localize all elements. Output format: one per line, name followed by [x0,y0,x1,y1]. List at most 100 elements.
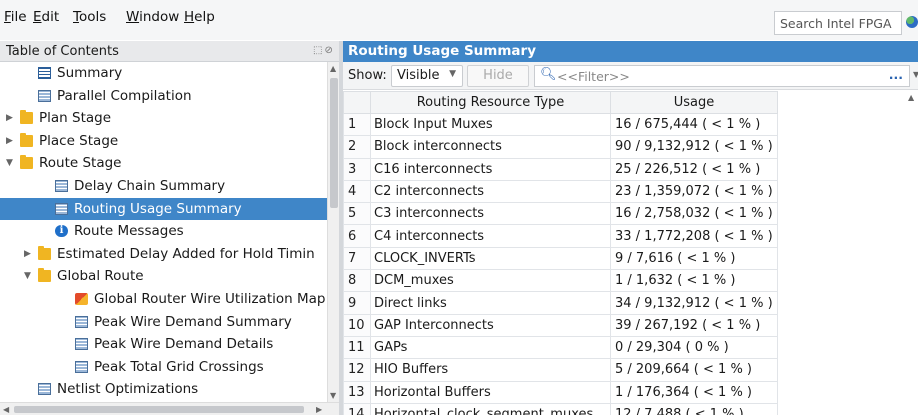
table-icon [75,360,88,373]
toc-item-label: Parallel Compilation [57,87,192,104]
toc-item-plan-stage[interactable]: ▶ Plan Stage [0,107,327,129]
folder-icon [20,110,33,125]
table-row[interactable]: 6 C4 interconnects 33 / 1,772,208 ( < 1 % … [343,224,778,248]
show-select-value: Visible [397,68,440,83]
toc-item-estimated-delay-added-for-hold-timin[interactable]: ▶ Estimated Delay Added for Hold Timin [0,243,327,265]
table-row[interactable]: 1 Block Input Muxes 16 / 675,444 ( < 1 % ) [343,112,778,137]
toc-item-route-stage[interactable]: ▼ Route Stage [0,152,327,174]
scroll-up-icon[interactable]: ▲ [330,64,336,73]
usage-cell: 25 / 226,512 ( < 1 % ) [610,157,778,181]
column-header-type[interactable]: Routing Resource Type [370,91,611,114]
table-row[interactable]: 3 C16 interconnects 25 / 226,512 ( < 1 % ) [343,157,778,181]
menu-item-mnemonic: F [4,9,11,25]
globe-icon[interactable] [906,16,918,28]
chevron-right-icon[interactable]: ▶ [24,243,31,265]
table-row[interactable]: 7 CLOCK_INVERTs 9 / 7,616 ( < 1 % ) [343,246,778,271]
folder-icon [20,155,33,170]
chevron-right-icon[interactable]: ▶ [6,107,13,129]
scroll-right-icon[interactable]: ▶ [316,405,322,414]
menu-item-label: ile [10,9,27,25]
resource-type-cell: GAP Interconnects [370,313,611,337]
table-icon [75,338,88,351]
toc-item-peak-wire-demand-details[interactable]: Peak Wire Demand Details [0,333,327,355]
toc-item-label: Routing Usage Summary [74,200,242,217]
menu-item-window[interactable]: Window [126,9,179,25]
usage-cell: 0 / 29,304 ( 0 % ) [610,335,778,360]
toc-item-peak-wire-demand-summary[interactable]: Peak Wire Demand Summary [0,311,327,333]
table-row[interactable]: 8 DCM_muxes 1 / 1,632 ( < 1 % ) [343,269,778,293]
toc-item-label: Delay Chain Summary [74,178,226,194]
usage-cell: 1 / 176,364 ( < 1 % ) [610,380,778,404]
scroll-left-icon[interactable]: ◀ [3,405,9,414]
report-title: Routing Usage Summary [348,43,536,59]
scroll-down-icon[interactable]: ▼ [330,391,336,400]
toc-hscroll-thumb[interactable] [14,406,304,413]
filter-placeholder: <<Filter>> [557,69,630,84]
table-vertical-scrollbar[interactable]: ▲ [905,91,918,415]
report-header: Routing Usage Summary [343,41,918,62]
menu-item-mnemonic: E [33,9,42,25]
toc-item-route-messages[interactable]: i Route Messages [0,220,327,242]
show-label: Show: [348,68,387,83]
table-row[interactable]: 9 Direct links 34 / 9,132,912 ( < 1 % ) [343,291,778,315]
hide-button[interactable]: Hide [467,65,529,87]
toc-scroll-thumb[interactable] [330,78,338,208]
menu-item-mnemonic: W [126,9,140,25]
toc-item-global-router-wire-utilization-map[interactable]: Global Router Wire Utilization Map [0,288,327,310]
scroll-up-icon[interactable]: ▲ [908,93,914,102]
show-select[interactable]: Visible ▼ [391,65,463,87]
toc-item-place-stage[interactable]: ▶ Place Stage [0,130,327,152]
toc-item-label: Place Stage [39,132,119,149]
toc-item-delay-chain-summary[interactable]: Delay Chain Summary [0,175,327,197]
table-row[interactable]: 10 GAP Interconnects 39 / 267,192 ( < 1 % … [343,313,778,337]
table-row[interactable]: 5 C3 interconnects 16 / 2,758,032 ( < 1 % … [343,202,778,226]
chevron-right-icon[interactable]: ▶ [6,130,13,152]
menu-item-edit[interactable]: Edit [33,9,59,25]
filter-options-button[interactable]: ... [889,67,903,82]
menu-item-label: ools [78,9,107,25]
pin-icon[interactable]: ⬚⊘ [313,45,335,56]
toc-item-netlist-optimizations[interactable]: Netlist Optimizations [0,378,327,400]
row-number: 2 [343,135,371,159]
resource-type-cell: Horizontal_clock_segment_muxes [370,402,611,415]
row-number-header [343,91,371,114]
filter-input[interactable]: 🔍︎ <<Filter>> ... [534,65,910,87]
search-input[interactable]: Search Intel FPGA [774,11,902,35]
usage-cell: 90 / 9,132,912 ( < 1 % ) [610,135,778,159]
resource-type-cell: Block interconnects [370,135,611,159]
toc-horizontal-scrollbar[interactable]: ◀ ▶ [0,402,339,415]
toc-item-label: Peak Wire Demand Summary [94,313,292,330]
table-row[interactable]: 13 Horizontal Buffers 1 / 176,364 ( < 1 % … [343,380,778,404]
table-row[interactable]: 14 Horizontal_clock_segment_muxes 12 / 7,4… [343,402,778,415]
column-header-usage[interactable]: Usage [610,91,778,114]
row-number: 4 [343,179,371,204]
menu-item-tools[interactable]: Tools [73,9,106,25]
table-row[interactable]: 2 Block interconnects 90 / 9,132,912 ( < 1… [343,135,778,159]
resource-type-cell: C2 interconnects [370,179,611,204]
toolbar-dropdown-icon[interactable]: ▼ [913,70,918,79]
toc-item-summary[interactable]: Summary [0,62,327,84]
usage-cell: 12 / 7,488 ( < 1 % ) [610,402,778,415]
toc-vertical-scrollbar[interactable]: ▲ ▼ [327,62,339,402]
toc-item-routing-usage-summary[interactable]: Routing Usage Summary [0,197,327,220]
usage-cell: 23 / 1,359,072 ( < 1 % ) [610,179,778,204]
toc-item-label: Peak Wire Demand Details [94,336,274,353]
resource-type-cell: DCM_muxes [370,269,611,293]
chevron-down-icon[interactable]: ▼ [24,265,31,287]
menu-item-file[interactable]: File [4,9,27,25]
toc-item-peak-total-grid-crossings[interactable]: Peak Total Grid Crossings [0,356,327,378]
info-icon: i [55,225,68,238]
toc-item-label: Route Messages [74,223,184,240]
row-number: 14 [343,402,371,415]
toc-item-parallel-compilation[interactable]: Parallel Compilation [0,85,327,107]
table-row[interactable]: 12 HIO Buffers 5 / 209,664 ( < 1 % ) [343,358,778,382]
menu-item-help[interactable]: Help [184,9,215,25]
toc-item-global-route[interactable]: ▼ Global Route [0,265,327,287]
table-row[interactable]: 4 C2 interconnects 23 / 1,359,072 ( < 1 % … [343,179,778,204]
usage-cell: 1 / 1,632 ( < 1 % ) [610,269,778,293]
table-icon [55,202,68,215]
table-icon [38,383,51,396]
table-row[interactable]: 11 GAPs 0 / 29,304 ( 0 % ) [343,335,778,360]
chevron-down-icon[interactable]: ▼ [6,152,13,174]
map-icon [75,293,88,305]
